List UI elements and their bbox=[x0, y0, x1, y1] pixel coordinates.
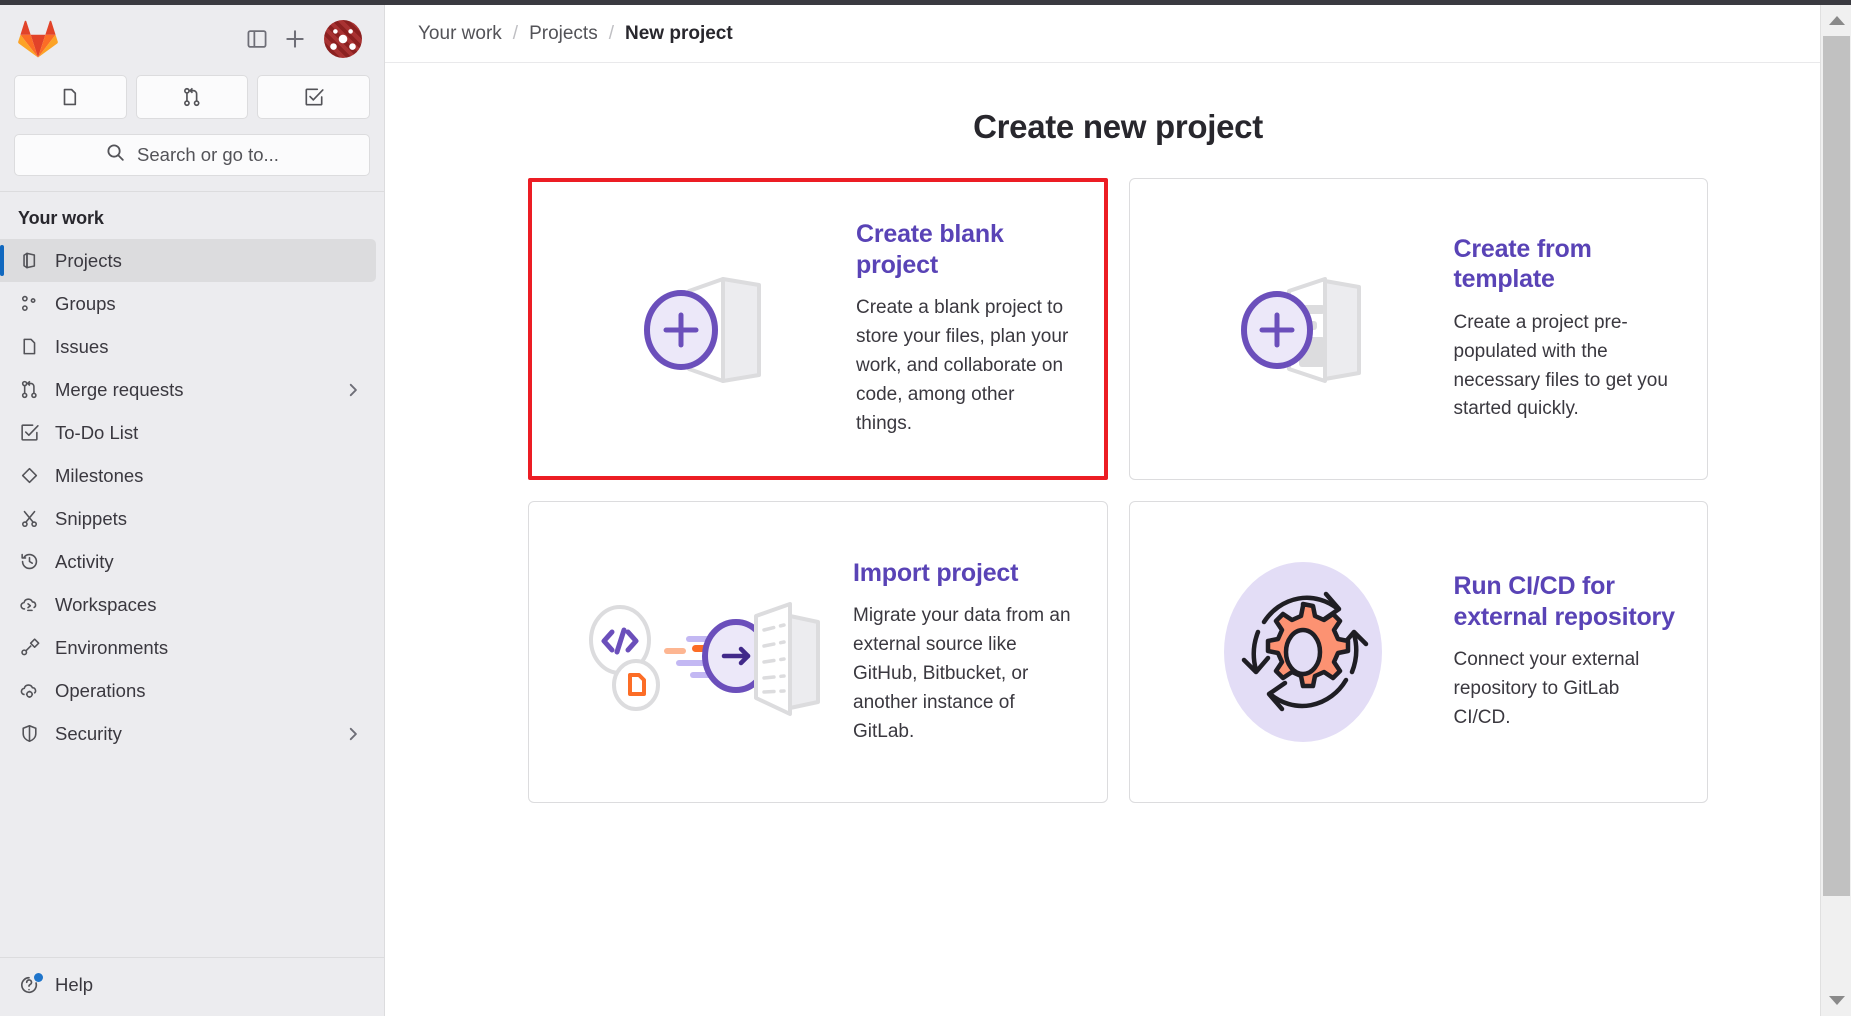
sidebar-item-security[interactable]: Security bbox=[0, 712, 376, 755]
breadcrumb: Your work / Projects / New project bbox=[385, 5, 1851, 63]
sidebar-section-title: Your work bbox=[0, 196, 384, 239]
group-icon bbox=[18, 293, 40, 315]
snippet-icon bbox=[18, 508, 40, 530]
card-title[interactable]: Create blank project bbox=[856, 219, 1072, 280]
create-blank-project-card[interactable]: Create blank project Create a blank proj… bbox=[528, 178, 1108, 480]
sidebar-item-merge-requests[interactable]: Merge requests bbox=[0, 368, 376, 411]
sidebar-item-operations[interactable]: Operations bbox=[0, 669, 376, 712]
import-project-card[interactable]: Import project Migrate your data from an… bbox=[528, 501, 1108, 803]
history-icon bbox=[18, 551, 40, 573]
merge-requests-shortcut[interactable] bbox=[136, 75, 249, 119]
primary-sidebar: Search or go to... Your work Projects bbox=[0, 0, 385, 1016]
breadcrumb-item-new-project: New project bbox=[625, 23, 733, 45]
triangle-up-icon bbox=[1829, 16, 1845, 25]
card-title[interactable]: Import project bbox=[853, 558, 1075, 589]
search-icon bbox=[105, 142, 126, 168]
chevron-right-icon[interactable] bbox=[344, 725, 362, 743]
card-description: Migrate your data from an external sourc… bbox=[853, 602, 1075, 746]
sidebar-item-activity[interactable]: Activity bbox=[0, 540, 376, 583]
issues-shortcut[interactable] bbox=[14, 75, 127, 119]
sidebar-nav: Your work Projects Groups bbox=[0, 192, 384, 957]
card-description: Create a blank project to store your fil… bbox=[856, 294, 1072, 438]
card-body: Import project Migrate your data from an… bbox=[853, 558, 1083, 747]
sidebar-item-projects[interactable]: Projects bbox=[0, 239, 376, 282]
sidebar-item-label: Issues bbox=[55, 336, 362, 358]
breadcrumb-item-your-work[interactable]: Your work bbox=[418, 23, 502, 45]
window-top-strip bbox=[0, 0, 1851, 5]
sidebar-item-issues[interactable]: Issues bbox=[0, 325, 376, 368]
gitlab-logo[interactable] bbox=[18, 20, 58, 58]
sidebar-item-label: Environments bbox=[55, 637, 362, 659]
environment-icon bbox=[18, 637, 40, 659]
scroll-up-arrow[interactable] bbox=[1821, 5, 1851, 36]
sidebar-item-label: Workspaces bbox=[55, 594, 362, 616]
sidebar-item-label: Activity bbox=[55, 551, 362, 573]
breadcrumb-separator: / bbox=[502, 23, 529, 45]
merge-request-icon bbox=[18, 379, 40, 401]
card-title[interactable]: Run CI/CD for external repository bbox=[1454, 571, 1676, 632]
breadcrumb-separator: / bbox=[598, 23, 625, 45]
sidebar-item-label: Operations bbox=[55, 680, 362, 702]
template-project-illustration bbox=[1154, 209, 1454, 449]
question-circle-icon bbox=[18, 974, 40, 996]
create-from-template-card[interactable]: Create from template Create a project pr… bbox=[1129, 178, 1709, 480]
sidebar-item-label: Projects bbox=[55, 250, 362, 272]
project-type-grid: Create blank project Create a blank proj… bbox=[528, 178, 1708, 803]
search-input[interactable]: Search or go to... bbox=[14, 134, 370, 176]
milestone-icon bbox=[18, 465, 40, 487]
scroll-thumb[interactable] bbox=[1823, 36, 1850, 896]
page-title: Create new project bbox=[415, 108, 1821, 146]
main-content: Your work / Projects / New project Creat… bbox=[385, 0, 1851, 1016]
sidebar-item-environments[interactable]: Environments bbox=[0, 626, 376, 669]
card-title[interactable]: Create from template bbox=[1454, 234, 1676, 295]
page-content: Create new project Create b bbox=[385, 63, 1851, 1016]
help-button[interactable]: Help bbox=[0, 964, 376, 1006]
triangle-down-icon bbox=[1829, 996, 1845, 1005]
blank-project-illustration bbox=[556, 209, 856, 449]
chevron-right-icon[interactable] bbox=[344, 381, 362, 399]
card-description: Create a project pre-populated with the … bbox=[1454, 309, 1676, 425]
import-project-illustration bbox=[553, 532, 853, 772]
sidebar-item-todo-list[interactable]: To-Do List bbox=[0, 411, 376, 454]
todo-check-icon bbox=[18, 422, 40, 444]
sidebar-item-label: Snippets bbox=[55, 508, 362, 530]
create-new-button[interactable] bbox=[276, 20, 314, 58]
sidebar-header bbox=[0, 5, 384, 73]
breadcrumb-item-projects[interactable]: Projects bbox=[529, 23, 598, 45]
avatar[interactable] bbox=[324, 20, 362, 58]
sidebar-footer: Help bbox=[0, 957, 384, 1016]
help-label: Help bbox=[55, 974, 93, 996]
sidebar-item-label: To-Do List bbox=[55, 422, 362, 444]
sidebar-item-label: Merge requests bbox=[55, 379, 329, 401]
card-body: Run CI/CD for external repository Connec… bbox=[1454, 571, 1684, 733]
run-cicd-card[interactable]: Run CI/CD for external repository Connec… bbox=[1129, 501, 1709, 803]
cicd-gear-illustration bbox=[1154, 532, 1454, 772]
sidebar-item-label: Groups bbox=[55, 293, 362, 315]
scroll-down-arrow[interactable] bbox=[1821, 985, 1851, 1016]
notification-dot bbox=[34, 973, 43, 982]
cloud-pod-icon bbox=[18, 594, 40, 616]
sidebar-item-milestones[interactable]: Milestones bbox=[0, 454, 376, 497]
card-body: Create from template Create a project pr… bbox=[1454, 234, 1684, 425]
cloud-gear-icon bbox=[18, 680, 40, 702]
vertical-scrollbar[interactable] bbox=[1820, 5, 1851, 1016]
sidebar-toggle-button[interactable] bbox=[238, 20, 276, 58]
card-body: Create blank project Create a blank proj… bbox=[856, 219, 1080, 438]
sidebar-item-workspaces[interactable]: Workspaces bbox=[0, 583, 376, 626]
search-placeholder-text: Search or go to... bbox=[137, 144, 279, 166]
card-description: Connect your external repository to GitL… bbox=[1454, 646, 1676, 733]
sidebar-item-label: Milestones bbox=[55, 465, 362, 487]
sidebar-item-snippets[interactable]: Snippets bbox=[0, 497, 376, 540]
sidebar-item-groups[interactable]: Groups bbox=[0, 282, 376, 325]
sidebar-quick-links bbox=[0, 73, 384, 119]
sidebar-item-label: Security bbox=[55, 723, 329, 745]
todo-list-shortcut[interactable] bbox=[257, 75, 370, 119]
issue-icon bbox=[18, 336, 40, 358]
project-icon bbox=[18, 250, 40, 272]
shield-icon bbox=[18, 723, 40, 745]
